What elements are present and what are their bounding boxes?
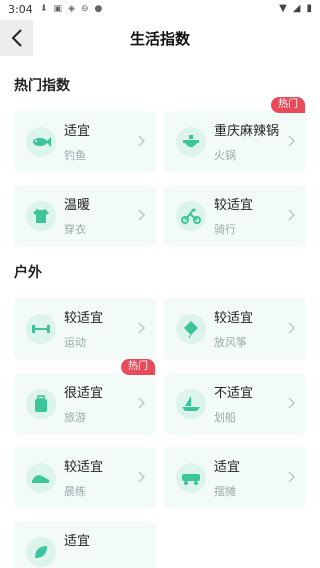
app-notification-icon: ▣ — [53, 4, 63, 14]
card-level: 重庆麻辣锅 — [214, 124, 280, 139]
index-card-cycling[interactable]: 较适宜 骑行 — [164, 185, 306, 247]
status-time: 3:04 — [8, 3, 33, 16]
index-card-fishing[interactable]: 适宜 钓鱼 — [14, 111, 156, 173]
card-name: 火锅 — [214, 149, 236, 162]
fishing-icon — [33, 137, 51, 147]
card-level: 很适宜 — [64, 386, 104, 401]
card-level: 较适宜 — [64, 311, 104, 326]
leaf-icon — [35, 546, 47, 558]
card-level: 较适宜 — [214, 311, 254, 326]
badge-icon: ● — [94, 4, 103, 14]
download-icon: ⬇ — [40, 4, 48, 14]
card-name: 运动 — [64, 336, 86, 349]
chevron-right-icon — [138, 135, 146, 147]
card-name: 晨练 — [64, 485, 86, 498]
card-name: 钓鱼 — [64, 149, 86, 162]
index-card-street-stall[interactable]: 适宜 摆摊 — [164, 447, 306, 509]
index-card-exercise[interactable]: 较适宜 运动 — [14, 298, 156, 360]
chevron-right-icon — [288, 397, 296, 409]
morning-exercise-icon — [32, 475, 49, 483]
card-name: 穿衣 — [64, 223, 86, 236]
battery-icon: ▮ — [306, 3, 312, 14]
chevron-right-icon — [138, 397, 146, 409]
page-title: 生活指数 — [129, 30, 190, 48]
sync-icon: ⊖ — [80, 4, 89, 14]
card-name: 放风筝 — [214, 336, 247, 349]
hot-badge: 热门 — [271, 97, 305, 113]
street-stall-icon — [182, 474, 200, 485]
card-level: 适宜 — [214, 460, 241, 475]
boating-icon — [182, 396, 200, 411]
cycling-icon — [181, 208, 201, 224]
index-card-travel[interactable]: 很适宜 旅游 — [14, 373, 156, 435]
card-name: 摆摊 — [214, 485, 236, 498]
travel-icon — [35, 395, 47, 412]
chevron-right-icon — [138, 471, 146, 483]
card-level: 较适宜 — [64, 460, 104, 475]
chevron-right-icon — [138, 209, 146, 221]
chevron-right-icon — [288, 135, 296, 147]
section-title-outdoor: 户外 — [14, 265, 42, 281]
index-card-clothing[interactable]: 温暖 穿衣 — [14, 185, 156, 247]
card-level: 适宜 — [64, 124, 91, 139]
index-card-morning-exercise[interactable]: 较适宜 晨练 — [14, 447, 156, 509]
index-card-hotpot[interactable]: 重庆麻辣锅 火锅 — [164, 111, 306, 173]
card-level: 适宜 — [64, 534, 91, 549]
clothing-icon — [33, 209, 49, 223]
card-level: 较适宜 — [214, 198, 254, 213]
section-title-hot: 热门指数 — [14, 78, 70, 94]
chevron-right-icon — [288, 209, 296, 221]
index-card-kite[interactable]: 较适宜 放风筝 — [164, 298, 306, 360]
index-card-partial[interactable]: 适宜 — [14, 521, 156, 568]
card-name: 划船 — [214, 411, 236, 424]
wifi-icon: ▼ — [279, 3, 287, 14]
app-bar: 生活指数 — [0, 20, 320, 56]
chevron-right-icon — [288, 471, 296, 483]
card-level: 不适宜 — [214, 386, 254, 401]
hotpot-icon — [183, 135, 199, 147]
status-bar: 3:04 ⬇ ▣ ◈ ⊖ ● ▼ ◢ ▮ — [0, 0, 320, 20]
chevron-right-icon — [138, 322, 146, 334]
card-name: 旅游 — [64, 411, 86, 424]
kite-icon — [184, 321, 198, 338]
hot-badge: 热门 — [121, 359, 155, 375]
shield-icon: ◈ — [68, 4, 75, 14]
index-card-boating[interactable]: 不适宜 划船 — [164, 373, 306, 435]
exercise-icon — [32, 325, 50, 333]
signal-icon: ◢ — [292, 3, 301, 14]
chevron-right-icon — [288, 322, 296, 334]
card-name: 骑行 — [214, 223, 236, 236]
card-level: 温暖 — [64, 198, 91, 213]
